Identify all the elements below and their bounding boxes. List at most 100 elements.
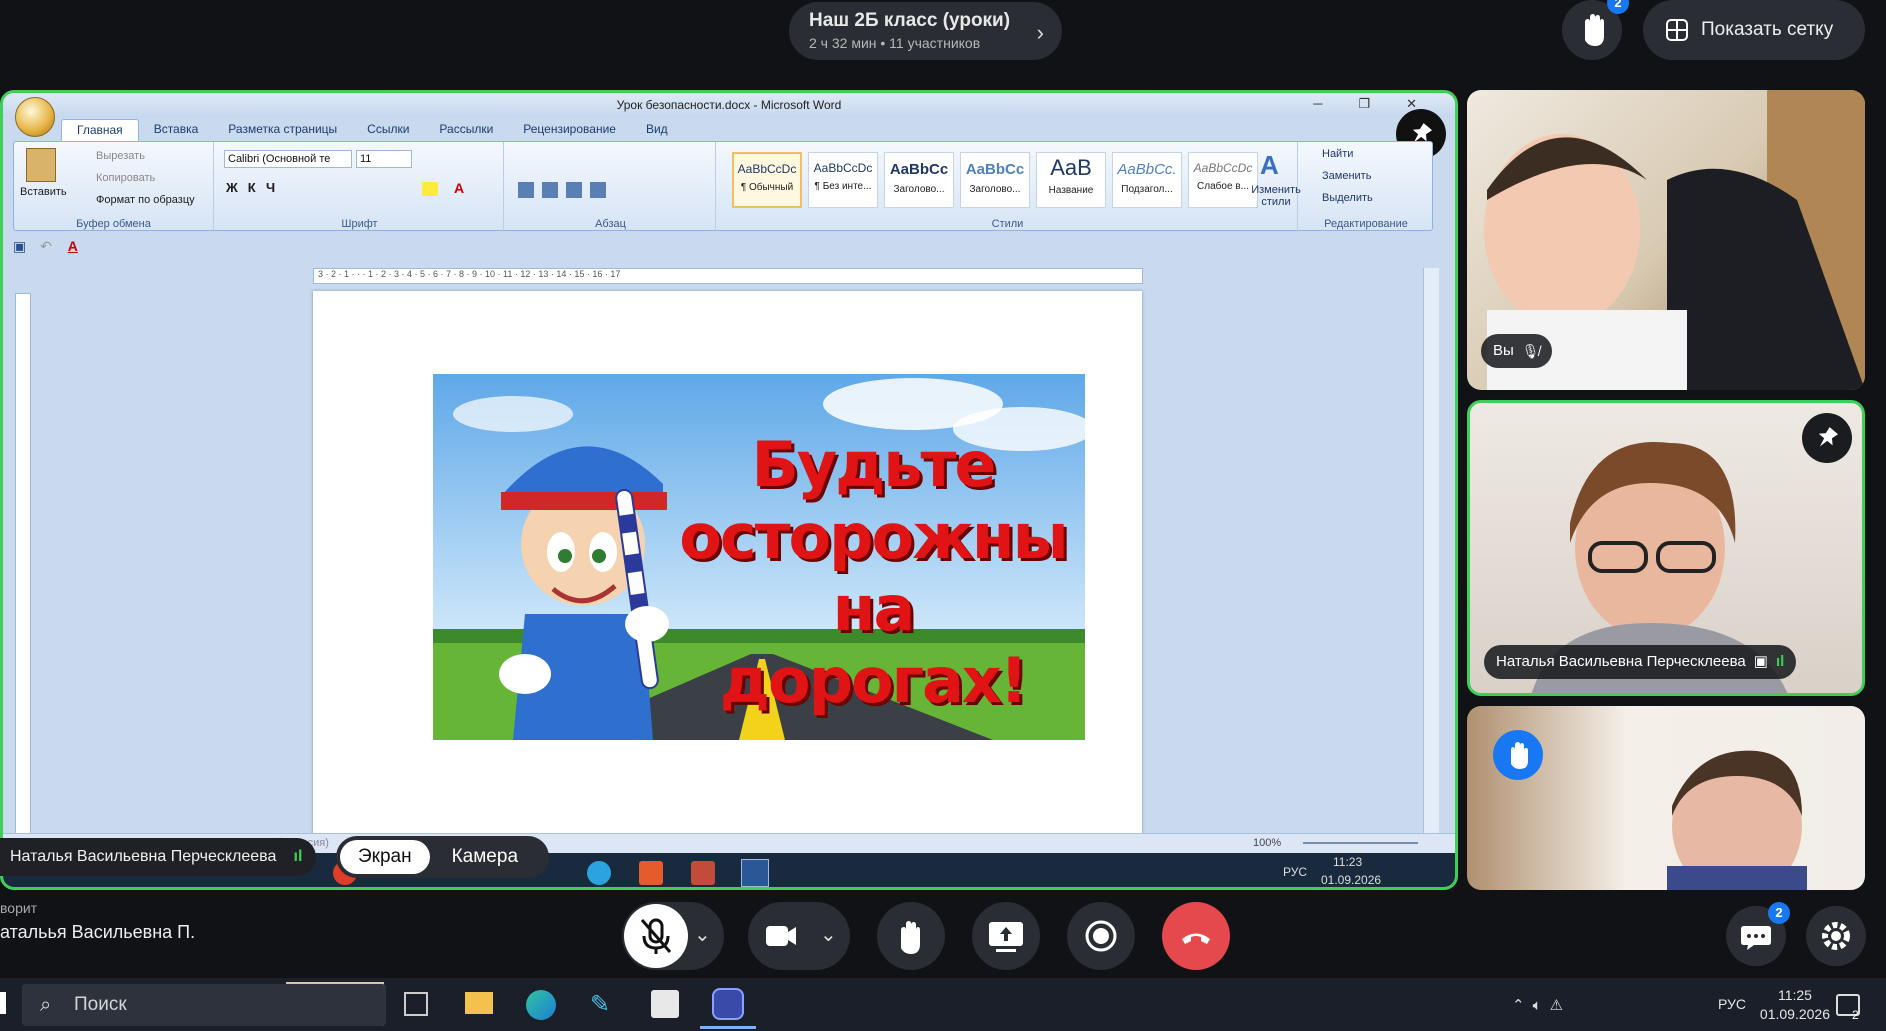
zoom-slider[interactable] — [1303, 842, 1418, 844]
search-placeholder: Поиск — [74, 994, 127, 1015]
styles-group: AaBbCcDc ¶ Обычный AaBbCcDc ¶ Без инте... … — [718, 142, 1301, 232]
participant-name: Вы — [1493, 342, 1514, 359]
tab-view[interactable]: Вид — [631, 119, 683, 141]
clock-date: 01.09.2026 — [1759, 1006, 1830, 1022]
taskbar-clock[interactable]: 11:25 01.09.2026 — [1760, 986, 1830, 1024]
format-painter-button[interactable]: Формат по образцу — [96, 194, 195, 206]
undo-icon[interactable]: ↶ — [40, 238, 52, 254]
end-call-button[interactable] — [1162, 902, 1230, 970]
change-styles-icon[interactable]: A — [1260, 150, 1279, 181]
tab-home[interactable]: Главная — [61, 119, 139, 141]
shared-time: 11:23 — [1333, 855, 1363, 869]
style-tile-subtle[interactable]: AaBbCcDc Слабое в... — [1188, 152, 1258, 208]
change-styles-button[interactable]: Изменить стили — [1250, 184, 1302, 208]
participant-tile-student[interactable] — [1467, 706, 1865, 890]
style-tile-heading2[interactable]: AaBbCc Заголово... — [960, 152, 1030, 208]
meeting-app-icon[interactable] — [712, 988, 744, 1020]
telegram-app-icon — [587, 861, 611, 885]
save-icon[interactable]: ▣ — [13, 238, 26, 254]
highlight-icon[interactable] — [422, 182, 438, 196]
clipboard-group: Вставить Вырезать Копировать Формат по о… — [14, 142, 214, 232]
shared-screen: Урок безопасности.docx - Microsoft Word … — [0, 90, 1458, 890]
document-page[interactable]: Будьте осторожны на дорогах! — [313, 291, 1142, 841]
align-buttons[interactable] — [518, 182, 608, 198]
ribbon-tabs: Главная Вставка Разметка страницы Ссылки… — [61, 119, 683, 141]
camera-control[interactable]: ⌄ — [748, 902, 850, 970]
participant-tile-teacher[interactable]: Наталья Васильевна Перческлеева ▣ ıl — [1467, 400, 1865, 696]
speaking-name: атальья Васильевна П. — [0, 922, 196, 942]
settings-button[interactable] — [1806, 906, 1866, 966]
show-grid-button[interactable]: Показать сетку — [1643, 0, 1865, 60]
office-button[interactable] — [15, 97, 55, 137]
tab-mailings[interactable]: Рассылки — [424, 119, 508, 141]
poster-line-2: осторожны — [679, 500, 1068, 573]
record-icon — [1085, 920, 1117, 952]
style-tile-normal[interactable]: AaBbCcDc ¶ Обычный — [732, 152, 802, 208]
meeting-subtitle: 2 ч 32 мин • 11 участников — [809, 35, 981, 51]
select-button[interactable]: Выделить — [1322, 192, 1373, 204]
vertical-scrollbar[interactable] — [1423, 268, 1439, 868]
taskbar-search[interactable]: ⌕ Поиск — [22, 984, 386, 1026]
file-explorer-icon[interactable] — [465, 992, 493, 1014]
cut-button[interactable]: Вырезать — [96, 150, 145, 162]
font-color-qat-icon[interactable]: A — [68, 238, 78, 254]
zoom-level: 100% — [1253, 837, 1282, 849]
font-name-select[interactable]: Calibri (Основной те — [224, 150, 352, 168]
style-tile-title[interactable]: AaB Название — [1036, 152, 1106, 208]
chevron-down-icon[interactable]: ⌄ — [694, 922, 711, 947]
tab-review[interactable]: Рецензирование — [508, 119, 631, 141]
find-button[interactable]: Найти — [1322, 148, 1353, 160]
meeting-info-pill[interactable]: Наш 2Б класс (уроки) 2 ч 32 мин • 11 уча… — [789, 2, 1062, 60]
chevron-down-icon[interactable]: ⌄ — [820, 922, 837, 947]
restore-icon[interactable]: ❐ — [1358, 93, 1370, 117]
grid-icon — [1666, 19, 1688, 41]
task-view-icon[interactable] — [404, 992, 428, 1016]
font-size-select[interactable]: 11 — [356, 150, 412, 168]
font-label: Шрифт — [341, 218, 378, 230]
presenter-name-tag: Наталья Васильевна Перческлеева ıl — [0, 838, 317, 876]
participant-name-chip: Наталья Васильевна Перческлеева ▣ ıl — [1484, 645, 1797, 679]
camera-icon — [766, 926, 796, 946]
camera-option[interactable]: Камера — [434, 840, 536, 874]
edge-icon[interactable] — [526, 990, 556, 1020]
mic-control[interactable]: ⌄ — [622, 902, 724, 970]
pen-app-icon[interactable]: ✎ — [590, 990, 616, 1018]
mic-off-button[interactable] — [624, 904, 688, 968]
system-tray-icons[interactable]: ⌃🔈︎⚠ — [1512, 996, 1571, 1014]
word-title-bar: Урок безопасности.docx - Microsoft Word — [3, 93, 1455, 117]
font-color-icon[interactable]: A — [454, 180, 464, 196]
screen-camera-toggle[interactable]: Экран Камера — [336, 836, 549, 878]
pin-icon[interactable] — [1802, 413, 1852, 463]
share-screen-button[interactable] — [972, 902, 1040, 970]
audio-level-icon: ıl — [1775, 653, 1785, 670]
notifications-count: 2 — [1852, 1008, 1859, 1022]
font-format-buttons[interactable]: ЖКЧ — [226, 180, 285, 195]
paste-button[interactable]: Вставить — [20, 186, 67, 198]
phone-hangup-icon — [1182, 933, 1210, 944]
store-icon[interactable] — [651, 990, 679, 1018]
participant-name: Наталья Васильевна Перческлеева — [1496, 653, 1746, 670]
mic-off-icon — [640, 918, 672, 954]
gear-icon — [1822, 922, 1850, 950]
clipboard-label: Буфер обмена — [76, 218, 151, 230]
ribbon: Вставить Вырезать Копировать Формат по о… — [13, 141, 1433, 232]
tab-page-layout[interactable]: Разметка страницы — [213, 119, 352, 141]
tab-insert[interactable]: Вставка — [139, 119, 214, 141]
vertical-ruler — [15, 293, 31, 883]
start-icon[interactable] — [0, 992, 6, 1014]
tab-references[interactable]: Ссылки — [352, 119, 424, 141]
replace-button[interactable]: Заменить — [1322, 170, 1371, 182]
poster-headline: Будьте осторожны на дорогах! — [673, 429, 1073, 717]
screen-option[interactable]: Экран — [340, 840, 430, 874]
record-button[interactable] — [1067, 902, 1135, 970]
minimize-icon[interactable]: ─ — [1313, 93, 1322, 117]
input-language[interactable]: РУС — [1718, 996, 1746, 1012]
style-tile-heading1[interactable]: AaBbCc Заголово... — [884, 152, 954, 208]
participant-tile-you[interactable]: Вы 🎙︎̸ — [1467, 90, 1865, 390]
copy-button[interactable]: Копировать — [96, 172, 155, 184]
style-tile-subtitle[interactable]: AaBbCc. Подзагол... — [1112, 152, 1182, 208]
styles-label: Стили — [991, 218, 1024, 230]
active-app-indicator — [700, 1026, 756, 1029]
raise-hand-button[interactable] — [877, 902, 945, 970]
style-tile-no-spacing[interactable]: AaBbCcDc ¶ Без инте... — [808, 152, 878, 208]
